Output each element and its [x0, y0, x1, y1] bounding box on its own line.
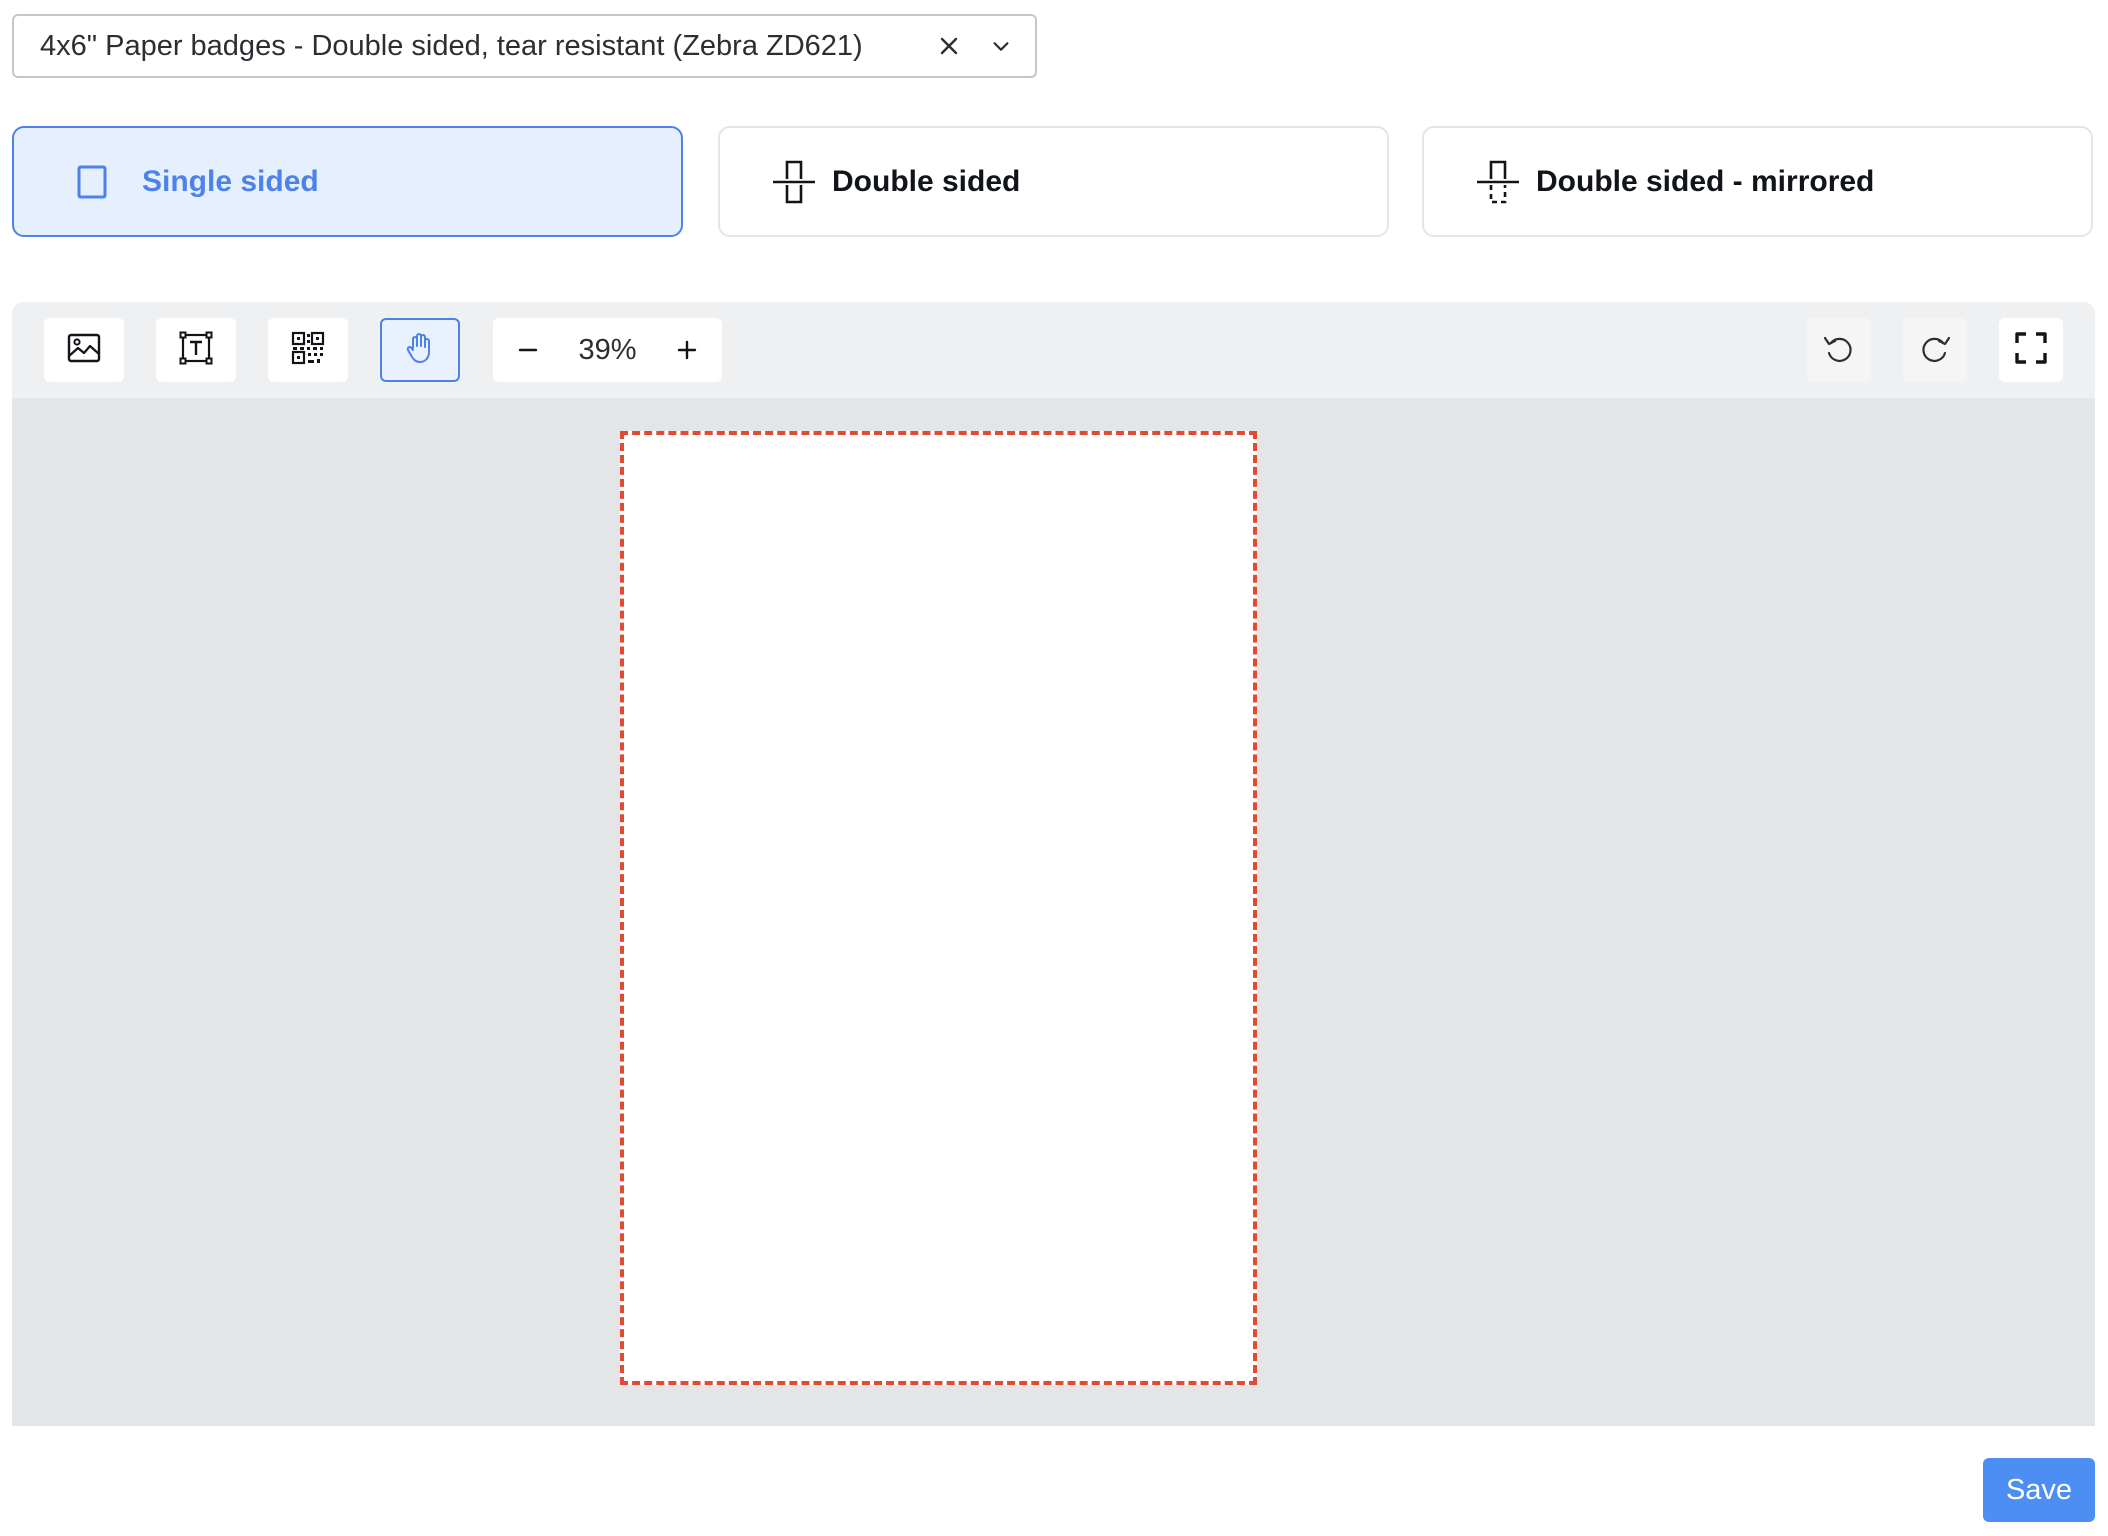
double-sided-icon — [772, 156, 816, 208]
qr-code-icon — [291, 331, 325, 370]
fullscreen-icon — [2014, 331, 2048, 370]
zoom-control: 39% — [493, 318, 722, 382]
badge-type-value: 4x6" Paper badges - Double sided, tear r… — [40, 29, 863, 62]
badge-print-area[interactable] — [620, 431, 1257, 1385]
zoom-in-button[interactable] — [652, 318, 722, 382]
badge-type-select[interactable]: 4x6" Paper badges - Double sided, tear r… — [12, 14, 1037, 78]
hand-icon — [405, 331, 435, 370]
text-icon — [179, 331, 213, 370]
chevron-down-icon[interactable] — [975, 20, 1027, 72]
undo-icon — [1822, 331, 1856, 370]
mode-label: Double sided - mirrored — [1536, 164, 1875, 198]
double-sided-mirrored-icon — [1476, 156, 1520, 208]
fullscreen-button[interactable] — [1999, 318, 2063, 382]
mode-label: Double sided — [832, 164, 1021, 198]
single-sided-icon — [70, 156, 114, 208]
mode-single-sided[interactable]: Single sided — [12, 126, 683, 237]
add-qr-code-button[interactable] — [268, 318, 348, 382]
mode-label: Single sided — [142, 164, 319, 198]
save-button[interactable]: Save — [1983, 1458, 2095, 1522]
close-icon[interactable] — [923, 20, 975, 72]
pan-tool-button[interactable] — [380, 318, 460, 382]
undo-button[interactable] — [1807, 318, 1871, 382]
add-image-button[interactable] — [44, 318, 124, 382]
design-canvas[interactable] — [12, 398, 2095, 1426]
zoom-level: 39% — [578, 333, 637, 366]
mode-double-sided-mirrored[interactable]: Double sided - mirrored — [1422, 126, 2093, 237]
redo-button[interactable] — [1903, 318, 1967, 382]
zoom-out-button[interactable] — [493, 318, 563, 382]
mode-double-sided[interactable]: Double sided — [718, 126, 1389, 237]
badge-editor: 39% — [12, 302, 2095, 1426]
editor-toolbar: 39% — [12, 302, 2095, 398]
add-text-button[interactable] — [156, 318, 236, 382]
redo-icon — [1918, 331, 1952, 370]
image-icon — [67, 333, 101, 368]
